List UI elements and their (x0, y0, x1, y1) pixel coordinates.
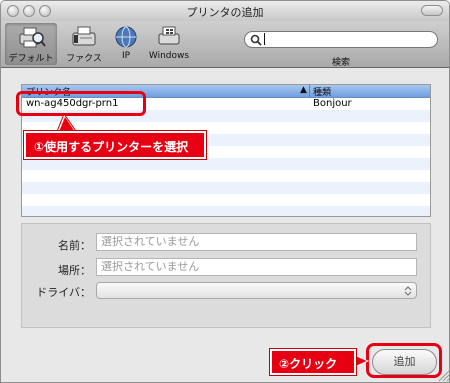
click-callout: ②クリック (270, 349, 356, 375)
printer-highlight-box (16, 91, 146, 116)
location-label: 場所： (58, 264, 91, 277)
name-field[interactable]: 選択されていません (96, 233, 417, 251)
sort-arrow-icon[interactable]: ▲ (300, 85, 307, 95)
toolbar-toggle-button[interactable] (421, 5, 443, 16)
toolbar-windows-label: Windows (148, 51, 190, 61)
toolbar-windows-button[interactable]: Windows (145, 23, 193, 65)
toolbar-default-label: デフォルト (8, 54, 54, 64)
column-divider (309, 85, 310, 97)
name-label: 名前： (58, 239, 91, 252)
default-printer-icon (19, 27, 46, 48)
fax-icon (72, 26, 96, 46)
empty-row (22, 206, 430, 216)
toolbar-ip-button[interactable]: IP (111, 23, 141, 65)
empty-row (22, 158, 430, 170)
empty-row (22, 194, 430, 206)
select-printer-callout: ①使用するプリンターを選択 (24, 131, 206, 159)
location-field[interactable]: 選択されていません (96, 258, 417, 276)
add-button-highlight-box (366, 343, 442, 378)
toolbar: デフォルト ファクス IP Windows 検索 (1, 21, 449, 68)
globe-icon (115, 26, 137, 48)
toolbar-ip-label: IP (121, 51, 131, 61)
toolbar-default-button[interactable]: デフォルト (5, 23, 57, 65)
search-caret (264, 33, 265, 45)
search-icon (250, 34, 262, 46)
toolbar-fax-label: ファクス (66, 54, 102, 64)
toolbar-fax-button[interactable]: ファクス (61, 23, 107, 65)
stepper-arrows-icon (404, 286, 412, 296)
driver-label: ドライバ： (36, 286, 91, 299)
windows-printer-icon (158, 26, 180, 45)
empty-row (22, 170, 430, 182)
printer-row-kind: Bonjour (313, 98, 352, 109)
column-kind[interactable]: 種類 (313, 85, 331, 98)
search-label: 検索 (331, 58, 350, 68)
window-title: プリンタの追加 (186, 6, 264, 19)
add-printer-window: プリンタの追加 デフォルト ファクス IP Windows 検索 プリンタ名 ▲… (0, 0, 450, 383)
title-bar: プリンタの追加 (1, 1, 449, 21)
driver-select[interactable] (96, 282, 417, 299)
search-field[interactable] (244, 31, 438, 48)
empty-row (22, 182, 430, 194)
